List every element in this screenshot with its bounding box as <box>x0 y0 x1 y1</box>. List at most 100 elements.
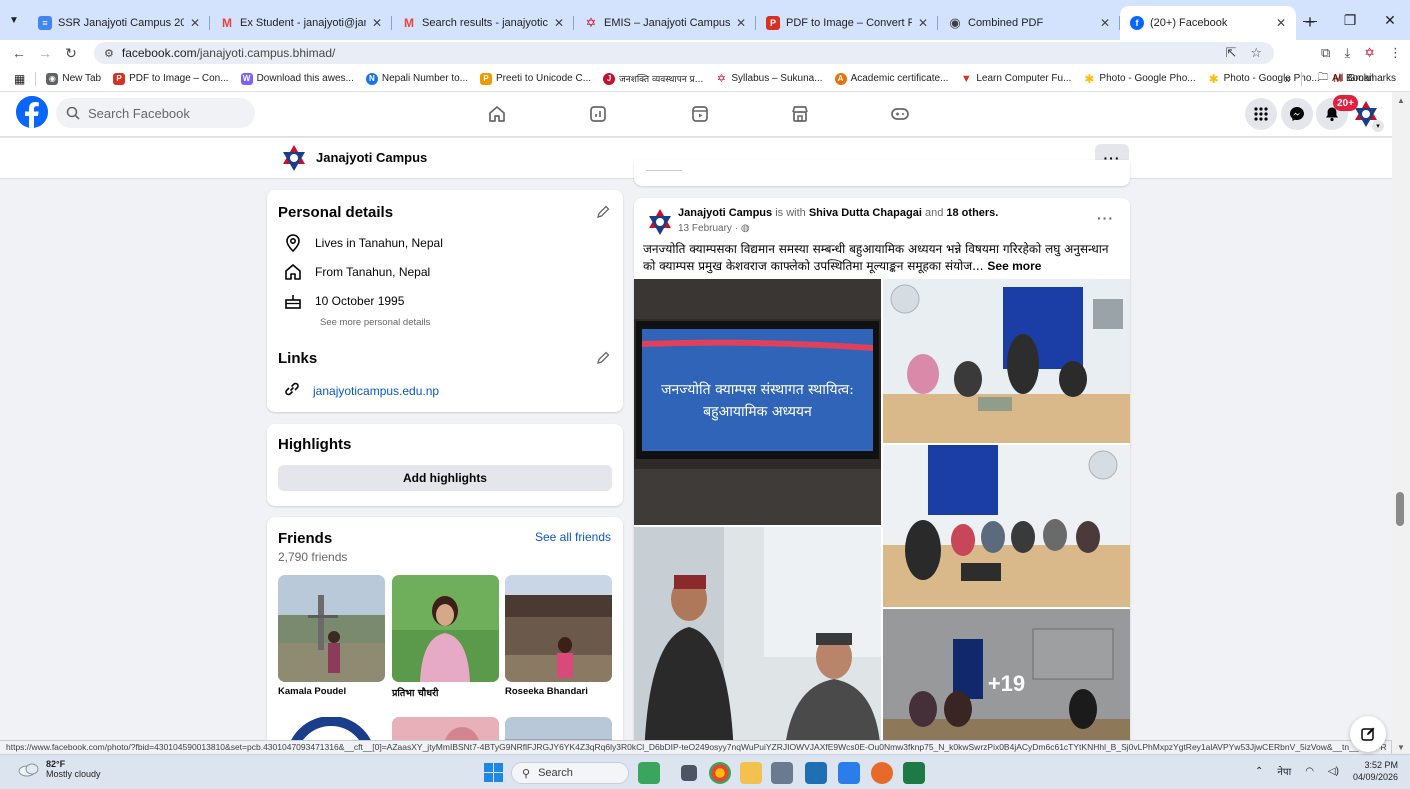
back-icon[interactable]: ← <box>6 45 32 61</box>
browser-tab-active[interactable]: f (20+) Facebook ✕ <box>1120 6 1296 40</box>
post-author[interactable]: Janajyoti Campus <box>678 207 772 219</box>
bookmark-item[interactable]: W Download this awes... <box>235 72 360 85</box>
friend-name[interactable]: प्रतिभा चौधरी <box>392 686 499 699</box>
address-bar[interactable]: ⚙ facebook.com/janajyoti.campus.bhimad/ … <box>94 42 1274 64</box>
bookmark-item[interactable]: J जनशक्ति व्यवस्थापन प्र... <box>597 72 709 85</box>
see-more-details-link[interactable]: See more personal details <box>320 317 613 328</box>
search-input[interactable] <box>88 105 238 121</box>
post-options-icon[interactable]: ··· <box>1097 210 1114 226</box>
firefox-app-icon[interactable] <box>871 762 893 784</box>
friend-card[interactable]: Kamala Poudel <box>278 575 385 697</box>
tab-search-chevron-icon[interactable]: ▼ <box>0 5 28 35</box>
friend-name[interactable]: Kamala Poudel <box>278 686 385 697</box>
tab-close-icon[interactable]: ✕ <box>736 16 746 30</box>
download-icon[interactable]: ⤓ <box>1344 45 1350 61</box>
friend-card[interactable]: प्रतिभा चौधरी <box>392 575 499 699</box>
extensions-icon[interactable]: ⧉ <box>1321 45 1330 61</box>
friend-name[interactable]: Roseeka Bhandari <box>505 686 612 697</box>
network-app-icon[interactable] <box>771 762 793 784</box>
menu-grid-icon[interactable] <box>1245 98 1277 130</box>
clock[interactable]: 3:52 PM 04/09/2026 <box>1353 759 1398 783</box>
reload-icon[interactable]: ↻ <box>58 45 84 62</box>
campus-logo-icon[interactable] <box>278 142 310 174</box>
input-language[interactable]: नेपा <box>1277 764 1291 778</box>
monitor-app-icon[interactable] <box>805 762 827 784</box>
all-bookmarks-button[interactable]: 🗀 All Bookmarks <box>1312 70 1402 87</box>
browser-tab[interactable]: M Ex Student - janajyoti@janajyoti ✕ <box>210 6 392 40</box>
account-chevron-icon[interactable]: ▾ <box>1372 120 1384 132</box>
facebook-logo-icon[interactable] <box>16 96 48 128</box>
bookmark-item[interactable]: P Preeti to Unicode C... <box>474 72 597 85</box>
browser-tab[interactable]: ✡ EMIS – Janajyoti Campus ✕ <box>574 6 756 40</box>
edit-pencil-icon[interactable] <box>595 350 611 366</box>
forward-icon[interactable]: → <box>32 45 58 61</box>
scroll-down-icon[interactable]: ▼ <box>1397 743 1405 752</box>
post-author-avatar[interactable] <box>644 206 676 238</box>
see-all-friends-link[interactable]: See all friends <box>535 530 611 544</box>
post-timestamp[interactable]: 13 February · ◍ <box>678 223 750 234</box>
page-scrollbar[interactable]: ▲ ▼ <box>1392 92 1410 754</box>
tagged-others[interactable]: 18 others. <box>946 207 998 219</box>
tab-close-icon[interactable]: ✕ <box>1100 16 1110 30</box>
bookmark-star-icon[interactable]: ☆ <box>1250 45 1262 61</box>
browser-tab[interactable]: ≡ SSR Janajyoti Campus 2082.doc ✕ <box>28 6 210 40</box>
widgets-app-icon[interactable] <box>638 762 660 784</box>
scroll-up-icon[interactable]: ▲ <box>1397 96 1405 105</box>
chrome-app-icon[interactable] <box>709 762 731 784</box>
page-name[interactable]: Janajyoti Campus <box>316 150 427 165</box>
facebook-search-box[interactable] <box>56 98 255 128</box>
chrome-menu-icon[interactable]: ⋮ <box>1389 45 1402 61</box>
tab-close-icon[interactable]: ✕ <box>190 16 200 30</box>
marketplace-icon[interactable] <box>788 102 812 126</box>
website-link[interactable]: janajyoticampus.edu.np <box>313 384 439 398</box>
bookmark-item[interactable]: ✡ Syllabus – Sukuna... <box>709 73 828 85</box>
edit-pencil-icon[interactable] <box>595 204 611 220</box>
excel-app-icon[interactable] <box>903 762 925 784</box>
weather-widget[interactable]: 82°F Mostly cloudy <box>18 759 101 779</box>
scroll-thumb[interactable] <box>1396 492 1404 526</box>
messenger-icon[interactable] <box>1281 98 1313 130</box>
post-photo-slide[interactable]: जनज्योति क्याम्पस संस्थागत स्थायित्व: बह… <box>634 279 881 525</box>
bookmark-item[interactable]: A Academic certificate... <box>829 72 955 85</box>
tab-close-icon[interactable]: ✕ <box>554 16 564 30</box>
tab-close-icon[interactable]: ✕ <box>1276 16 1286 30</box>
bookmark-item[interactable]: P PDF to Image – Con... <box>107 72 235 85</box>
browser-tab[interactable]: P PDF to Image – Convert PDF to ✕ <box>756 6 938 40</box>
video-icon[interactable] <box>688 102 712 126</box>
tab-close-icon[interactable]: ✕ <box>918 16 928 30</box>
bookmark-item[interactable]: N Nepali Number to... <box>360 72 474 85</box>
photos-app-icon[interactable] <box>838 762 860 784</box>
add-highlights-button[interactable]: Add highlights <box>278 465 612 491</box>
post-photo-speaker[interactable] <box>634 527 881 758</box>
close-window-icon[interactable]: ✕ <box>1370 12 1410 29</box>
file-explorer-icon[interactable] <box>740 762 762 784</box>
taskbar-search[interactable]: ⚲ Search <box>511 762 629 784</box>
post-photo-discussion[interactable] <box>883 445 1130 607</box>
new-message-button[interactable] <box>1350 716 1386 752</box>
home-icon[interactable] <box>485 102 509 126</box>
tab-close-icon[interactable]: ✕ <box>372 16 382 30</box>
tray-chevron-icon[interactable]: ⌃ <box>1255 766 1263 777</box>
bookmark-item[interactable]: ▼ Learn Computer Fu... <box>954 73 1077 85</box>
gaming-icon[interactable] <box>888 102 912 126</box>
wifi-icon[interactable]: ◠ <box>1305 766 1314 777</box>
bookmarks-overflow-icon[interactable]: » <box>1284 72 1291 86</box>
bookmark-item[interactable]: ◉ New Tab <box>40 72 107 85</box>
apps-grid-icon[interactable]: ▦ <box>8 72 31 86</box>
volume-icon[interactable]: ◁) <box>1328 766 1339 777</box>
profile-star-icon[interactable]: ✡ <box>1364 45 1375 61</box>
post-photo-more[interactable]: +19 <box>883 609 1130 758</box>
friend-card[interactable]: Roseeka Bhandari <box>505 575 612 697</box>
minimize-icon[interactable]: — <box>1290 12 1330 28</box>
dashboard-icon[interactable] <box>586 102 610 126</box>
browser-tab[interactable]: M Search results - janajyoticampu ✕ <box>392 6 574 40</box>
bookmark-item[interactable]: ✱ Photo - Google Pho... <box>1077 72 1201 86</box>
task-view-icon[interactable] <box>681 765 697 781</box>
tagged-person[interactable]: Shiva Dutta Chapagai <box>809 207 922 219</box>
windows-start-icon[interactable] <box>484 763 504 786</box>
post-photo-meeting[interactable] <box>883 279 1130 443</box>
install-app-icon[interactable]: ⇱ <box>1225 45 1236 61</box>
restore-icon[interactable]: ❐ <box>1330 12 1370 29</box>
see-more-link[interactable]: See more <box>987 259 1041 273</box>
browser-tab[interactable]: ◉ Combined PDF ✕ <box>938 6 1120 40</box>
